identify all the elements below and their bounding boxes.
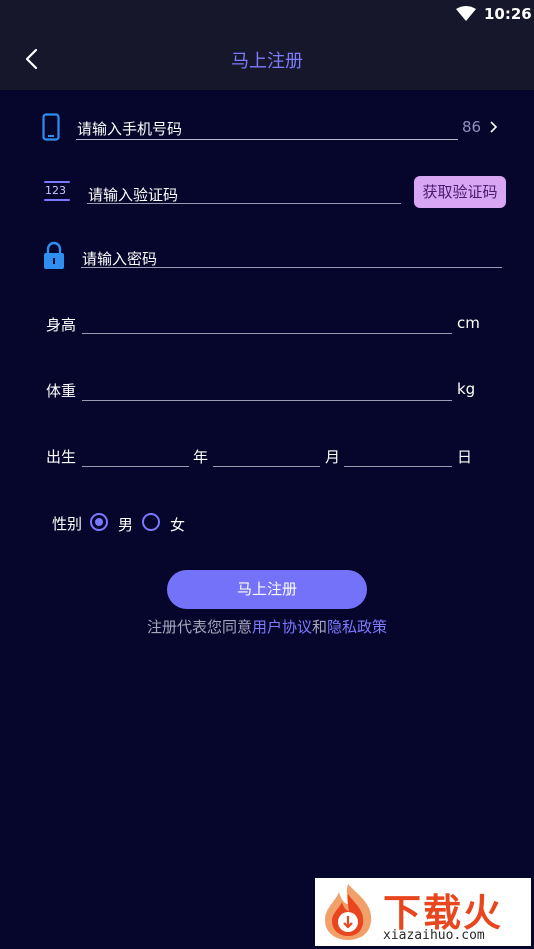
- gender-male-radio[interactable]: [90, 513, 108, 531]
- code-placeholder: 请输入验证码: [88, 186, 179, 204]
- height-input[interactable]: [82, 333, 452, 334]
- weight-label: 体重: [46, 382, 77, 400]
- birth-day-input[interactable]: [344, 466, 452, 467]
- user-agreement-link[interactable]: 用户协议: [252, 618, 312, 636]
- birth-day-unit: 日: [457, 448, 473, 466]
- phone-placeholder: 请输入手机号码: [77, 120, 183, 138]
- nav-bar: 马上注册: [0, 28, 534, 90]
- gender-female-radio[interactable]: [142, 513, 160, 531]
- birth-month-unit: 月: [325, 448, 341, 466]
- status-bar: 10:26: [0, 0, 534, 28]
- wifi-icon: [456, 6, 476, 21]
- flame-logo-icon: [325, 884, 372, 940]
- register-button[interactable]: 马上注册: [167, 570, 367, 609]
- page-title: 马上注册: [231, 51, 303, 72]
- agreement-text: 注册代表您同意用户协议和隐私政策: [0, 616, 534, 637]
- chevron-right-icon[interactable]: [487, 120, 499, 134]
- agreement-prefix: 注册代表您同意: [146, 618, 252, 636]
- weight-unit: kg: [457, 380, 476, 398]
- code-icon-text: 123: [45, 184, 66, 197]
- birth-month-input[interactable]: [213, 466, 320, 467]
- privacy-policy-link[interactable]: 隐私政策: [327, 618, 387, 636]
- country-code[interactable]: 86: [462, 118, 481, 136]
- watermark: 下载火 xiazaihuo.com: [315, 878, 531, 946]
- gender-label: 性别: [52, 515, 83, 533]
- agreement-and: 和: [312, 618, 328, 636]
- get-code-button[interactable]: 获取验证码: [414, 176, 506, 208]
- code-icon: 123: [44, 181, 70, 201]
- weight-input[interactable]: [82, 400, 452, 401]
- height-label: 身高: [46, 316, 77, 334]
- watermark-site: xiazaihuo.com: [383, 928, 485, 943]
- status-time: 10:26: [484, 5, 532, 23]
- lock-icon: [44, 241, 64, 269]
- phone-icon: [42, 113, 60, 141]
- birth-year-unit: 年: [193, 448, 209, 466]
- height-unit: cm: [457, 314, 480, 332]
- birth-year-input[interactable]: [82, 466, 189, 467]
- password-placeholder: 请输入密码: [82, 250, 158, 268]
- gender-male-label: 男: [118, 516, 134, 534]
- birth-label: 出生: [46, 448, 77, 466]
- gender-female-label: 女: [170, 516, 186, 534]
